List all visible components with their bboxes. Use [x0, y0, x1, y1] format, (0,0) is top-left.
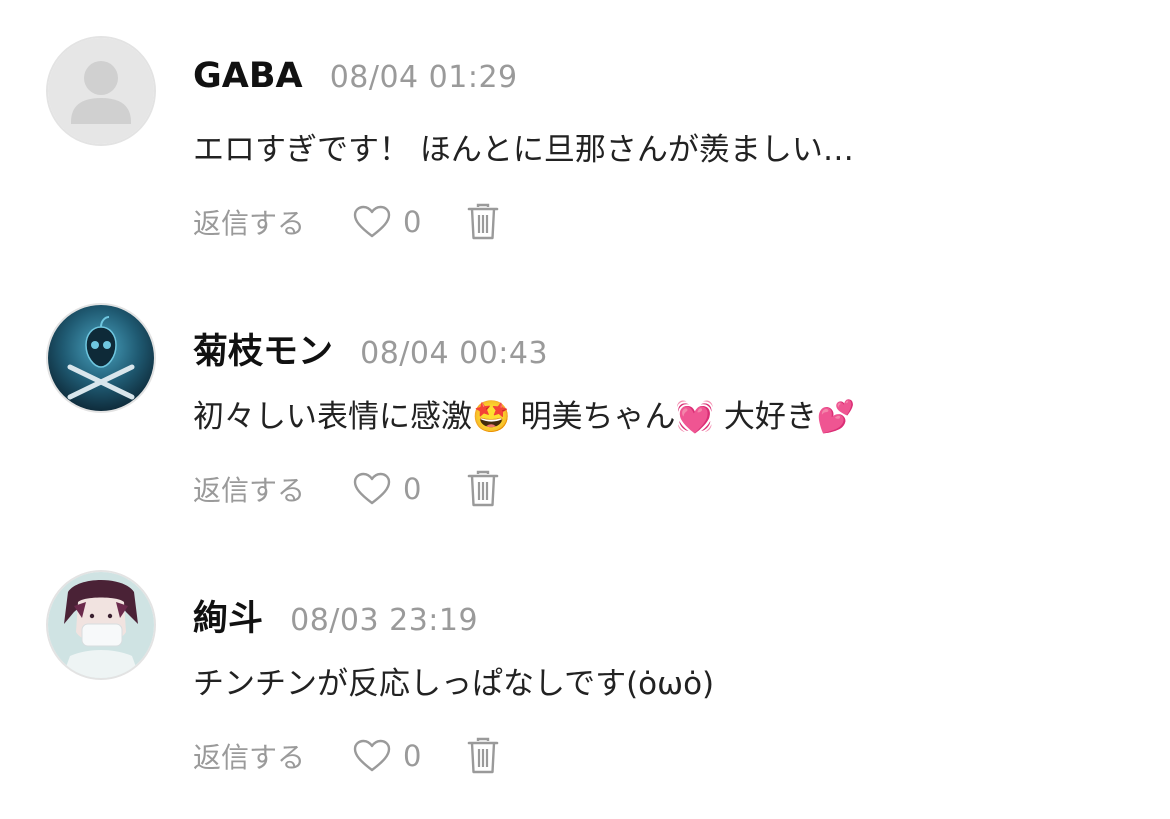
trash-icon	[468, 737, 499, 774]
author-name[interactable]: 菊枝モン	[193, 332, 333, 372]
trash-icon	[468, 470, 499, 507]
skull-apple-avatar	[48, 305, 154, 411]
comment-text: エロすぎです！ ほんとに旦那さんが羨ましい…	[193, 132, 854, 168]
like-count: 0	[403, 739, 422, 773]
comment-timestamp: 08/03 23:19	[290, 603, 479, 638]
avatar[interactable]	[46, 303, 156, 413]
comment-text: 初々しい表情に感激🤩 明美ちゃん💓 大好き💕	[193, 399, 856, 435]
comment-header: GABA 08/04 01:29	[193, 56, 518, 104]
author-name[interactable]: 絢斗	[193, 599, 263, 639]
like-button[interactable]: 0	[353, 739, 421, 773]
delete-button[interactable]	[467, 470, 499, 508]
comment-item: 絢斗 08/03 23:19 チンチンが反応しっぱなしです(ȯωȯ) 返信する …	[0, 534, 1170, 784]
like-count: 0	[403, 472, 422, 506]
comment-header: 菊枝モン 08/04 00:43	[193, 323, 549, 372]
comment-list: GABA 08/04 01:29 エロすぎです！ ほんとに旦那さんが羨ましい… …	[0, 0, 1170, 819]
comment-header: 絢斗 08/03 23:19	[193, 590, 479, 639]
comment-timestamp: 08/04 01:29	[329, 60, 518, 95]
avatar[interactable]	[46, 570, 156, 680]
reply-button[interactable]: 返信する	[193, 202, 305, 242]
trash-icon	[468, 203, 499, 240]
heart-icon	[353, 739, 391, 772]
comment-actions: 返信する 0	[193, 200, 499, 244]
delete-button[interactable]	[467, 737, 499, 775]
like-count: 0	[403, 205, 422, 239]
comment-text: チンチンが反応しっぱなしです(ȯωȯ)	[193, 666, 715, 702]
like-button[interactable]: 0	[353, 205, 421, 239]
reply-button[interactable]: 返信する	[193, 736, 305, 776]
comment-timestamp: 08/04 00:43	[360, 336, 549, 371]
like-button[interactable]: 0	[353, 472, 421, 506]
heart-icon	[353, 205, 391, 238]
reply-button[interactable]: 返信する	[193, 469, 305, 509]
author-name[interactable]: GABA	[193, 56, 303, 96]
comment-actions: 返信する 0	[193, 467, 499, 511]
comment-actions: 返信する 0	[193, 734, 499, 778]
avatar[interactable]	[46, 36, 156, 146]
comment-item: 菊枝モン 08/04 00:43 初々しい表情に感激🤩 明美ちゃん💓 大好き💕 …	[0, 267, 1170, 517]
heart-icon	[353, 472, 391, 505]
delete-button[interactable]	[467, 203, 499, 241]
comment-item: GABA 08/04 01:29 エロすぎです！ ほんとに旦那さんが羨ましい… …	[0, 0, 1170, 250]
default-user-icon	[48, 38, 154, 144]
person-photo-avatar	[48, 572, 154, 678]
